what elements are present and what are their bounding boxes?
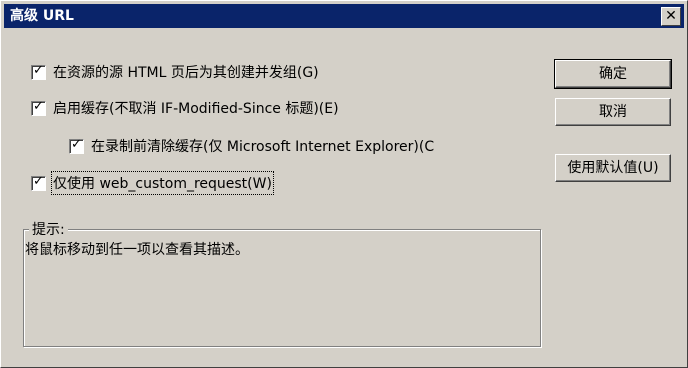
option-clear-cache-label: 在录制前清除缓存(仅 Microsoft Internet Explorer)(… [91,139,435,155]
check-icon: ✓ [71,136,82,152]
hint-text: 将鼠标移动到任一项以查看其描述。 [25,242,249,258]
title-bar[interactable]: 高级 URL ✕ [4,4,684,28]
option-clear-cache[interactable]: ✓ 在录制前清除缓存(仅 Microsoft Internet Explorer… [69,136,434,156]
option-enable-cache[interactable]: ✓ 启用缓存(不取消 IF-Modified-Since 标题)(E) [31,98,339,118]
close-icon: ✕ [665,8,677,24]
checkbox-clear-cache[interactable]: ✓ [69,136,84,154]
option-concurrent-group-label: 在资源的源 HTML 页后为其创建并发组(G) [53,65,319,81]
check-icon: ✓ [33,173,44,189]
hint-title: 提示: [29,219,68,239]
dialog-window: 高级 URL ✕ ✓ 在资源的源 HTML 页后为其创建并发组(G) ✓ 启用缓… [0,0,688,368]
option-concurrent-group[interactable]: ✓ 在资源的源 HTML 页后为其创建并发组(G) [31,62,319,82]
checkbox-enable-cache[interactable]: ✓ [31,98,46,116]
option-custom-request-label: 仅使用 web_custom_request(W) [51,171,274,195]
ok-button[interactable]: 确定 [554,59,672,89]
cancel-button[interactable]: 取消 [555,98,671,126]
window-title: 高级 URL [10,8,74,24]
option-enable-cache-label: 启用缓存(不取消 IF-Modified-Since 标题)(E) [53,101,339,117]
checkbox-concurrent-group[interactable]: ✓ [31,62,46,80]
checkbox-custom-request[interactable]: ✓ [31,173,46,191]
check-icon: ✓ [33,62,44,78]
close-button[interactable]: ✕ [661,7,681,26]
check-icon: ✓ [33,98,44,114]
use-default-button[interactable]: 使用默认值(U) [555,154,671,182]
option-custom-request[interactable]: ✓ 仅使用 web_custom_request(W) [31,171,274,195]
